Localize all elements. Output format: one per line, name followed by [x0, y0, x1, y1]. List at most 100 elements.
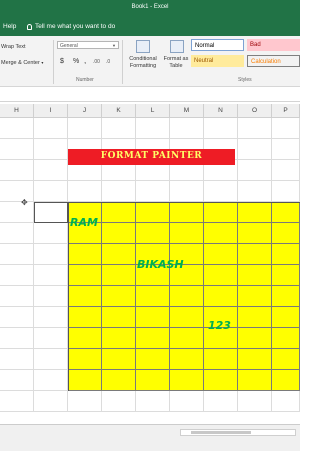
cell[interactable]: [0, 160, 34, 181]
style-neutral-label: Neutral: [194, 58, 214, 64]
cell[interactable]: [0, 286, 34, 307]
cell[interactable]: [272, 160, 300, 181]
cell[interactable]: [136, 181, 170, 202]
column-header-h[interactable]: H: [0, 104, 34, 118]
cell[interactable]: [0, 391, 34, 412]
cell[interactable]: [34, 160, 68, 181]
cell[interactable]: [0, 223, 34, 244]
cell[interactable]: [0, 370, 34, 391]
cell[interactable]: [0, 202, 34, 223]
cell[interactable]: [0, 349, 34, 370]
style-normal[interactable]: Normal: [191, 39, 244, 51]
cell[interactable]: [238, 181, 272, 202]
column-header-k[interactable]: K: [102, 104, 136, 118]
cell[interactable]: [204, 118, 238, 139]
cell[interactable]: [0, 181, 34, 202]
decrease-decimal-icon[interactable]: .0: [106, 59, 110, 65]
cell[interactable]: [34, 118, 68, 139]
scrollbar-thumb[interactable]: [191, 431, 251, 434]
merge-center-label: Merge & Center: [1, 60, 40, 66]
cell[interactable]: [272, 139, 300, 160]
cell[interactable]: [68, 391, 102, 412]
cell[interactable]: [68, 181, 102, 202]
formatted-range: [68, 202, 300, 391]
cell[interactable]: [170, 118, 204, 139]
cell-text-bikash: BIKASH: [137, 258, 184, 271]
cell[interactable]: [34, 286, 68, 307]
column-header-j[interactable]: J: [68, 104, 102, 118]
cell[interactable]: [34, 139, 68, 160]
cell[interactable]: [34, 391, 68, 412]
cell[interactable]: [0, 118, 34, 139]
number-format-dropdown[interactable]: General ▼: [57, 41, 119, 49]
cell[interactable]: [34, 370, 68, 391]
help-tab[interactable]: Help: [3, 23, 16, 30]
cell[interactable]: [102, 181, 136, 202]
window-title: Book1 - Excel: [131, 4, 169, 10]
cell[interactable]: [34, 223, 68, 244]
cell[interactable]: [272, 118, 300, 139]
cell[interactable]: [238, 391, 272, 412]
cell[interactable]: [34, 328, 68, 349]
column-header-l[interactable]: L: [136, 104, 170, 118]
chevron-down-icon: ▼: [112, 43, 116, 48]
cell[interactable]: [0, 307, 34, 328]
column-header-n[interactable]: N: [204, 104, 238, 118]
merge-center-button[interactable]: Merge & Center ▾: [1, 60, 43, 66]
horizontal-scrollbar[interactable]: [180, 429, 296, 436]
increase-decimal-icon[interactable]: .00: [93, 59, 100, 65]
conditional-formatting-label: Conditional Formatting: [129, 56, 157, 69]
style-calculation[interactable]: Calculation: [247, 55, 300, 67]
title-bar: Book1 - Excel: [0, 0, 300, 17]
cell[interactable]: [34, 244, 68, 265]
lightbulb-icon: [27, 23, 32, 30]
cell[interactable]: [34, 307, 68, 328]
styles-group-label: Styles: [238, 77, 252, 83]
wrap-text-label: Wrap Text: [1, 44, 26, 50]
number-group-label: Number: [76, 77, 94, 83]
cell[interactable]: [238, 139, 272, 160]
cell[interactable]: [34, 265, 68, 286]
style-normal-label: Normal: [195, 43, 215, 49]
style-bad[interactable]: Bad: [247, 39, 300, 51]
column-header-o[interactable]: O: [238, 104, 272, 118]
cell[interactable]: [272, 391, 300, 412]
formula-bar[interactable]: [0, 87, 300, 102]
selected-cell[interactable]: [34, 202, 68, 223]
style-neutral[interactable]: Neutral: [191, 55, 244, 67]
cell[interactable]: [0, 244, 34, 265]
cell[interactable]: [170, 391, 204, 412]
cell[interactable]: [102, 118, 136, 139]
column-header-p[interactable]: P: [272, 104, 300, 118]
cell[interactable]: [136, 118, 170, 139]
ribbon: Wrap Text Merge & Center ▾ General ▼ $ %…: [0, 36, 300, 87]
cell[interactable]: [34, 181, 68, 202]
percent-button[interactable]: %: [73, 58, 79, 65]
cell[interactable]: [204, 181, 238, 202]
cell[interactable]: [170, 181, 204, 202]
cell[interactable]: [238, 118, 272, 139]
percent-label: %: [73, 58, 80, 65]
cell[interactable]: [0, 265, 34, 286]
comma-style-button[interactable]: ,: [84, 56, 86, 65]
cell[interactable]: [68, 118, 102, 139]
cell[interactable]: [272, 181, 300, 202]
cell[interactable]: [0, 328, 34, 349]
column-header-i[interactable]: I: [34, 104, 68, 118]
number-format-value: General: [60, 43, 78, 49]
cell[interactable]: [34, 349, 68, 370]
column-header-m[interactable]: M: [170, 104, 204, 118]
format-as-table-button[interactable]: Format as Table: [162, 56, 190, 70]
format-as-table-icon: [170, 40, 184, 53]
cell[interactable]: [238, 160, 272, 181]
wrap-text-button[interactable]: Wrap Text: [1, 44, 26, 50]
conditional-formatting-button[interactable]: Conditional Formatting: [126, 56, 160, 70]
cell[interactable]: [204, 391, 238, 412]
tell-me-box[interactable]: Tell me what you want to do: [27, 23, 115, 30]
sheet-grid[interactable]: H I J K L M N O P FORMAT PAINTER RAM BIKAS…: [0, 104, 300, 424]
cell[interactable]: [136, 391, 170, 412]
cell[interactable]: [0, 139, 34, 160]
style-calculation-label: Calculation: [251, 59, 281, 65]
cell[interactable]: [102, 391, 136, 412]
currency-button[interactable]: $: [60, 58, 64, 65]
